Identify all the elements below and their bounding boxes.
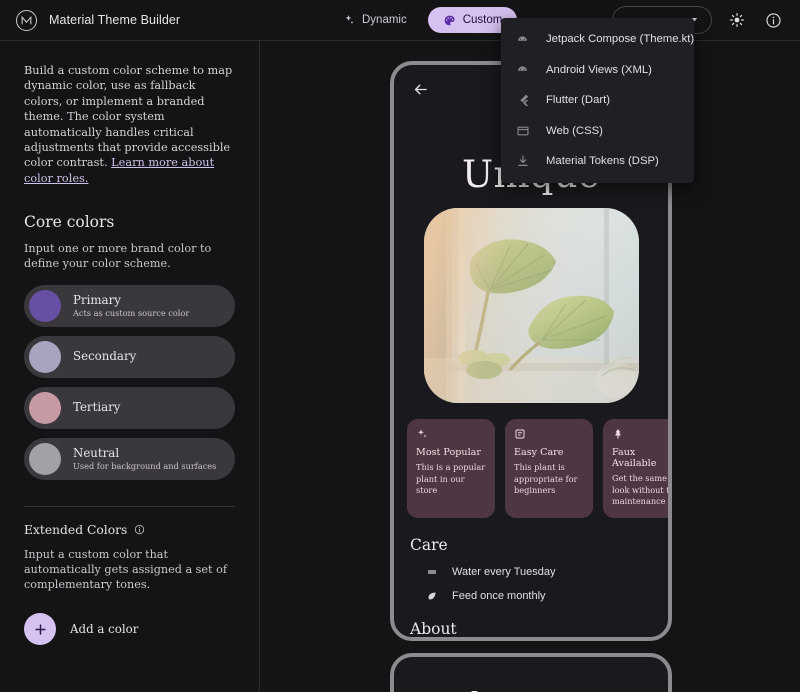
menu-item-material-tokens[interactable]: Material Tokens (DSP) bbox=[501, 146, 694, 177]
info-circle-icon[interactable] bbox=[762, 9, 784, 31]
menu-item-jetpack-compose[interactable]: Jetpack Compose (Theme.kt) bbox=[501, 24, 694, 55]
sparkle-icon bbox=[416, 428, 486, 440]
material-theme-builder-app: Material Theme Builder Dynamic Custom Bu… bbox=[0, 0, 800, 692]
left-config-panel: Build a custom color scheme to map dynam… bbox=[0, 40, 260, 692]
list-item-label: Water every Tuesday bbox=[452, 565, 556, 578]
download-icon bbox=[514, 154, 531, 168]
leaf-icon bbox=[424, 590, 440, 602]
swatch-row-neutral[interactable]: Neutral Used for background and surfaces bbox=[24, 437, 235, 480]
menu-item-label: Flutter (Dart) bbox=[546, 94, 611, 107]
swatch-label-primary: Primary bbox=[73, 292, 121, 307]
swatch-label-tertiary: Tertiary bbox=[73, 400, 121, 415]
brightness-toggle-button[interactable] bbox=[726, 9, 748, 31]
section-divider bbox=[24, 505, 235, 507]
secondary-preview-title: Tech bbox=[412, 683, 668, 692]
clipboard-icon bbox=[514, 428, 584, 440]
feature-card-title: Easy Care bbox=[514, 447, 564, 458]
extended-colors-subtext: Input a custom color that automatically … bbox=[24, 547, 227, 592]
swatch-text-secondary: Secondary bbox=[73, 350, 136, 363]
swatch-text-neutral: Neutral Used for background and surfaces bbox=[73, 445, 217, 471]
extended-colors-heading: Extended Colors bbox=[24, 522, 128, 537]
swatch-text-primary: Primary Acts as custom source color bbox=[73, 292, 190, 318]
section-heading-about: About bbox=[410, 619, 457, 638]
menu-item-label: Jetpack Compose (Theme.kt) bbox=[546, 33, 695, 46]
mode-dynamic-button[interactable]: Dynamic bbox=[328, 7, 422, 33]
feature-card-body: Get the same look without the maintenanc… bbox=[612, 473, 670, 506]
feature-card[interactable]: Most Popular This is a popular plant in … bbox=[407, 419, 495, 518]
menu-item-web-css[interactable]: Web (CSS) bbox=[501, 116, 694, 147]
app-title: Material Theme Builder bbox=[49, 13, 181, 27]
swatch-row-secondary[interactable]: Secondary bbox=[24, 335, 235, 378]
swatch-text-tertiary: Tertiary bbox=[73, 401, 120, 414]
android-icon bbox=[514, 32, 531, 47]
material-m-logo-icon bbox=[16, 9, 37, 31]
feature-card-body: This is a popular plant in our store bbox=[416, 462, 486, 495]
mode-custom-label: Custom bbox=[462, 14, 503, 26]
core-color-swatch-list: Primary Acts as custom source color Seco… bbox=[24, 284, 235, 480]
mode-dynamic-label: Dynamic bbox=[362, 14, 407, 26]
swatch-row-tertiary[interactable]: Tertiary bbox=[24, 386, 235, 429]
android-icon bbox=[514, 62, 531, 77]
panel-description-text: Build a custom color scheme to map dynam… bbox=[24, 64, 233, 170]
tree-icon bbox=[612, 428, 668, 440]
palette-icon bbox=[443, 14, 456, 27]
panel-description: Build a custom color scheme to map dynam… bbox=[24, 63, 235, 186]
plant-on-windowsill-photo bbox=[423, 208, 639, 403]
menu-item-flutter[interactable]: Flutter (Dart) bbox=[501, 85, 694, 116]
flutter-icon bbox=[514, 93, 531, 107]
swatch-row-primary[interactable]: Primary Acts as custom source color bbox=[24, 284, 235, 327]
export-format-menu: Jetpack Compose (Theme.kt) Android Views… bbox=[501, 18, 694, 183]
feature-card[interactable]: Easy Care This plant is appropriate for … bbox=[505, 419, 593, 518]
feature-cards-row: Most Popular This is a popular plant in … bbox=[394, 419, 668, 518]
swatch-label-secondary: Secondary bbox=[73, 349, 137, 364]
swatch-hint-neutral: Used for background and surfaces bbox=[73, 460, 217, 471]
list-item[interactable]: Feed once monthly bbox=[394, 590, 668, 602]
info-circle-icon[interactable] bbox=[134, 524, 145, 535]
core-colors-heading: Core colors bbox=[24, 213, 115, 232]
sparkle-icon bbox=[343, 14, 355, 26]
plus-icon bbox=[24, 613, 56, 646]
add-a-color-button[interactable]: Add a color bbox=[24, 613, 235, 646]
color-dot-secondary[interactable] bbox=[29, 340, 61, 373]
menu-item-label: Android Views (XML) bbox=[546, 63, 652, 76]
swatch-label-neutral: Neutral bbox=[73, 445, 120, 460]
feature-card-title: Faux Available bbox=[612, 447, 657, 469]
feature-card[interactable]: Faux Available Get the same look without… bbox=[603, 419, 670, 518]
swatch-hint-primary: Acts as custom source color bbox=[73, 307, 190, 318]
color-dot-neutral[interactable] bbox=[29, 442, 61, 475]
color-dot-tertiary[interactable] bbox=[29, 391, 61, 424]
theme-mode-segmented-control: Dynamic Custom bbox=[328, 7, 518, 33]
web-css-icon bbox=[514, 124, 531, 138]
color-dot-primary[interactable] bbox=[29, 289, 61, 322]
water-drop-icon bbox=[424, 566, 440, 578]
section-heading-care: Care bbox=[410, 535, 448, 554]
list-item-label: Feed once monthly bbox=[452, 589, 546, 602]
menu-item-android-views[interactable]: Android Views (XML) bbox=[501, 55, 694, 86]
feature-card-title: Most Popular bbox=[416, 447, 481, 458]
core-colors-subtext: Input one or more brand color to define … bbox=[24, 242, 212, 271]
list-item[interactable]: Water every Tuesday bbox=[394, 566, 668, 578]
phone-preview-frame-secondary: Tech bbox=[390, 653, 672, 692]
brand-block: Material Theme Builder bbox=[0, 9, 320, 31]
add-a-color-label: Add a color bbox=[70, 622, 139, 637]
feature-card-body: This plant is appropriate for beginners bbox=[514, 462, 578, 495]
menu-item-label: Material Tokens (DSP) bbox=[546, 155, 659, 168]
extended-colors-heading-row: Extended Colors bbox=[24, 523, 235, 537]
menu-item-label: Web (CSS) bbox=[546, 124, 603, 137]
